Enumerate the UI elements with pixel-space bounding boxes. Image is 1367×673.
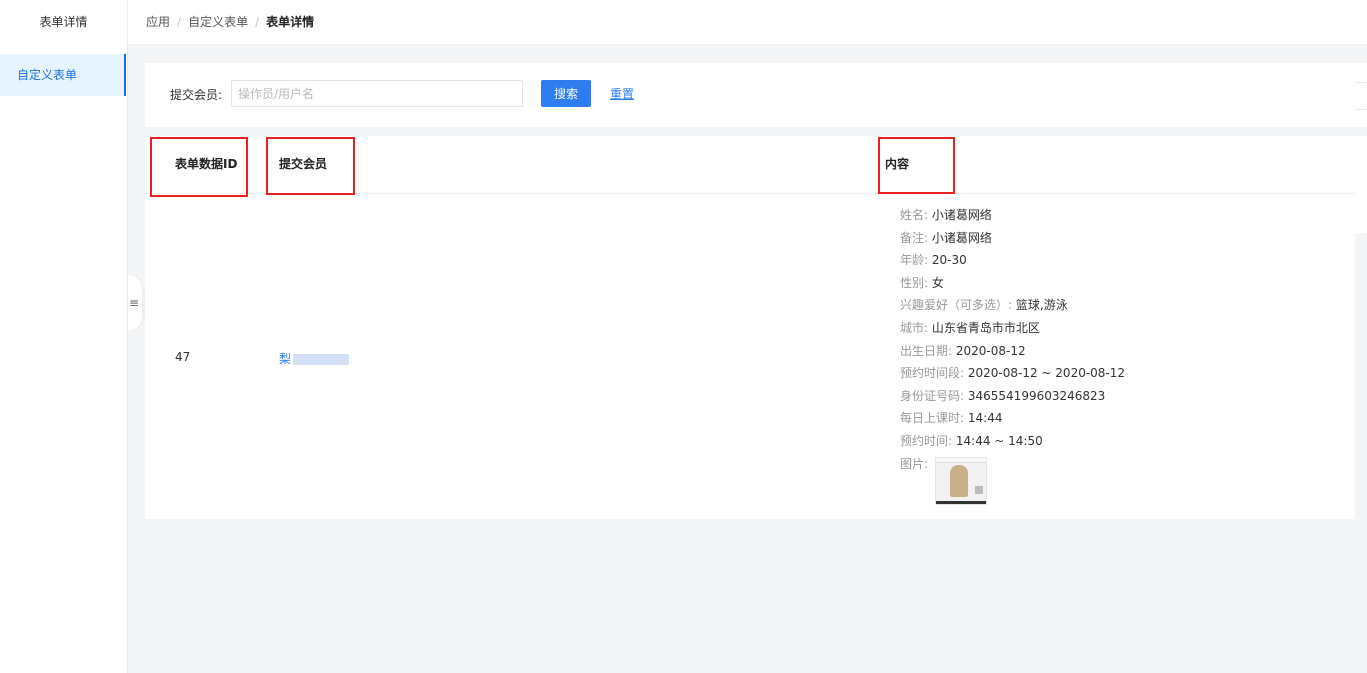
- content-line-age: 年龄: 20-30: [900, 253, 967, 268]
- search-label: 提交会员:: [170, 88, 223, 102]
- cell-member: 梨: [279, 350, 350, 367]
- content-line-name: 姓名: 小诸葛网络: [900, 208, 992, 222]
- content-line-booking-period: 预约时间段: 2020-08-12 ~ 2020-08-12: [900, 366, 1126, 381]
- sidebar-collapse-icon[interactable]: ≡: [128, 275, 142, 331]
- image-thumbnail[interactable]: [935, 457, 987, 505]
- member-search-input[interactable]: [231, 80, 523, 107]
- cell-content: 姓名: 小诸葛网络 备注: 小诸葛网络 年龄: 20-30 性别: 女 兴趣爱好…: [900, 206, 1125, 477]
- highlight-box: [878, 137, 955, 194]
- panel-edge: [1355, 193, 1367, 233]
- app-title: 表单详情: [0, 0, 128, 44]
- highlight-box: [150, 137, 248, 197]
- breadcrumb-separator: /: [177, 15, 182, 29]
- sidebar-item-custom-form[interactable]: 自定义表单: [0, 54, 126, 96]
- top-header: 表单详情 应用 / 自定义表单 / 表单详情: [0, 0, 1367, 45]
- highlight-box: [266, 137, 355, 195]
- cell-form-data-id: 47: [175, 350, 191, 364]
- content-line-remark: 备注: 小诸葛网络: [900, 230, 992, 245]
- search-button[interactable]: 搜索: [541, 80, 591, 107]
- content-line-hobbies: 兴趣爱好（可多选）: 篮球,游泳: [900, 298, 1068, 313]
- breadcrumb: 应用 / 自定义表单 / 表单详情: [146, 0, 314, 44]
- breadcrumb-separator: /: [255, 15, 260, 29]
- content-line-id-number: 身份证号码: 346554199603246823: [900, 388, 1106, 403]
- content-line-class-time: 每日上课时: 14:44: [900, 411, 1003, 426]
- breadcrumb-item-custom-form[interactable]: 自定义表单: [188, 15, 248, 29]
- member-link[interactable]: 梨: [279, 352, 291, 366]
- search-panel: 提交会员: 搜索 重置: [145, 63, 1367, 127]
- reset-link[interactable]: 重置: [610, 63, 634, 125]
- redacted-mask: [293, 354, 350, 365]
- content-line-booking-time: 预约时间: 14:44 ~ 14:50: [900, 433, 1043, 448]
- panel-edge: [1355, 82, 1367, 110]
- content-line-birth-date: 出生日期: 2020-08-12: [900, 343, 1026, 358]
- content-line-gender: 性别: 女: [900, 275, 944, 290]
- sidebar: 自定义表单: [0, 44, 128, 673]
- content-line-city: 城市: 山东省青岛市市北区: [900, 320, 1040, 335]
- breadcrumb-item-app[interactable]: 应用: [146, 15, 170, 29]
- data-table: 表单数据ID 提交会员 内容 47 梨 姓名: 小诸葛网络 备注: 小诸葛网络 …: [145, 136, 1367, 519]
- content-line-image: 图片:: [900, 456, 929, 471]
- breadcrumb-item-current: 表单详情: [266, 15, 315, 29]
